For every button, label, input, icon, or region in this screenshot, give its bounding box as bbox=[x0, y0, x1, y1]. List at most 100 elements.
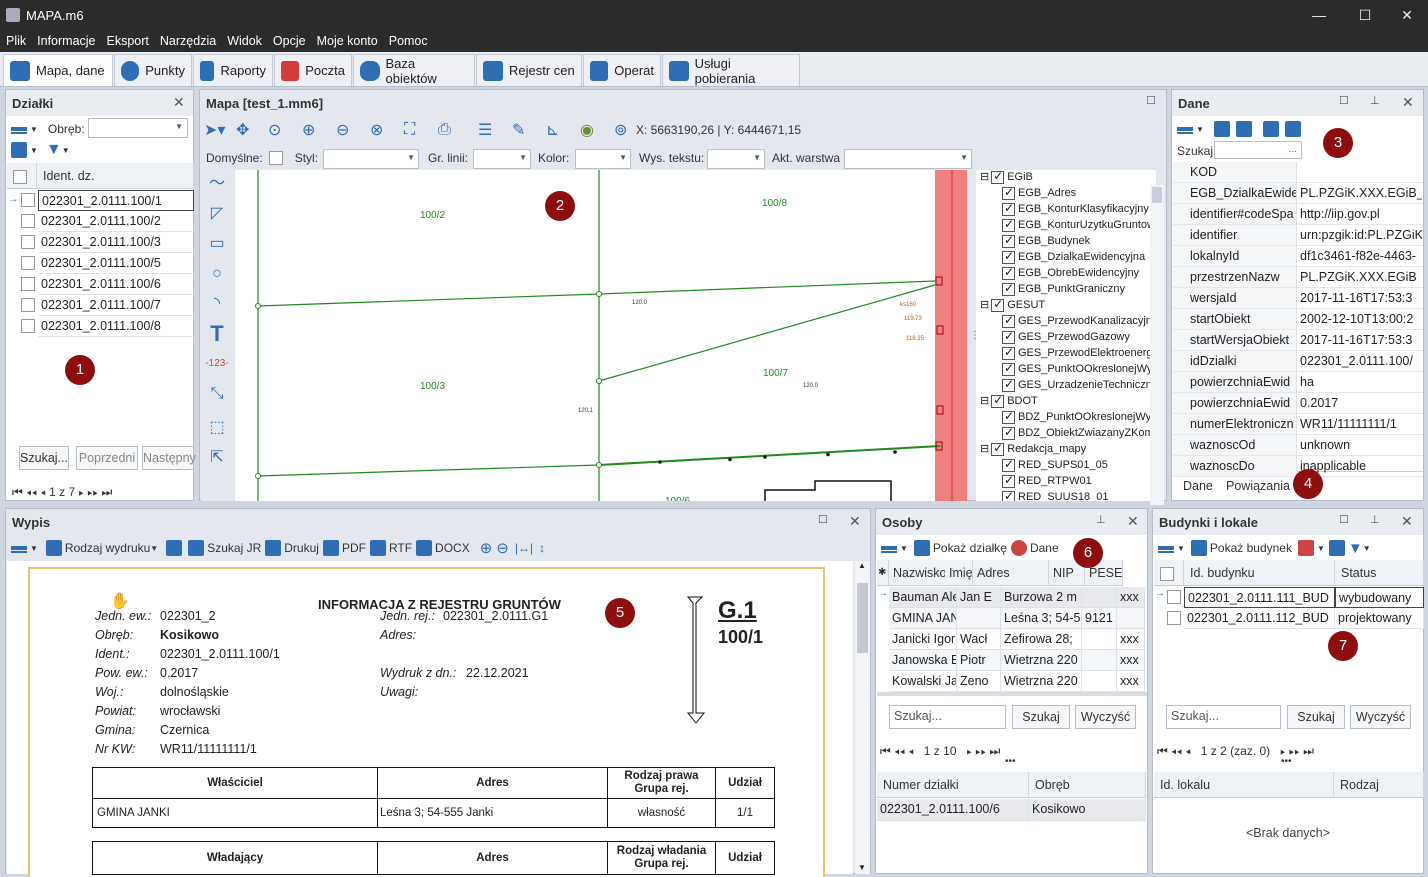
layer-checkbox[interactable] bbox=[1002, 265, 1015, 280]
boundary-point[interactable] bbox=[826, 452, 830, 457]
row-checkbox[interactable] bbox=[21, 193, 35, 207]
parcel-number-header[interactable]: Numer działki bbox=[877, 772, 1029, 798]
maximize-icon[interactable]: ☐ bbox=[1146, 94, 1156, 107]
column-header[interactable]: Adres bbox=[973, 560, 1049, 586]
property-row[interactable]: EGB_DzialkaEwide PL.PZGiK.XXX.EGiB_d bbox=[1173, 183, 1423, 204]
property-row[interactable]: przestrzenNazw PL.PZGiK.XXX.EGiB bbox=[1173, 267, 1423, 288]
layer-checkbox[interactable] bbox=[1002, 409, 1015, 424]
table-row[interactable]: 022301_2.0111.100/3 bbox=[7, 232, 194, 253]
select-all-checkbox[interactable] bbox=[1160, 566, 1174, 581]
chevron-down-icon[interactable]: ▼ bbox=[30, 146, 38, 155]
status-cell[interactable]: wybudowany bbox=[1335, 587, 1424, 608]
ident-column-header[interactable]: Ident. dz. bbox=[37, 163, 194, 189]
boundary-point[interactable] bbox=[728, 457, 732, 462]
zoom-extent-icon[interactable]: ⊗ bbox=[370, 120, 404, 140]
chevron-down-icon[interactable]: ▼ bbox=[1196, 125, 1204, 134]
boundary-point[interactable] bbox=[763, 455, 767, 459]
chevron-down-icon[interactable]: ▼ bbox=[30, 125, 38, 134]
polygon-icon[interactable]: ◸ bbox=[205, 202, 229, 226]
arc-icon[interactable]: ◝ bbox=[205, 292, 229, 316]
scroll-thumb[interactable] bbox=[1152, 187, 1162, 203]
layer-checkbox[interactable] bbox=[991, 170, 1005, 184]
print-icon[interactable] bbox=[1297, 540, 1314, 556]
chevron-down-icon[interactable]: ▼ bbox=[1363, 544, 1371, 553]
document-scrollbar[interactable]: ▲ ▼ bbox=[855, 561, 870, 874]
building-id-header[interactable]: Id. budynku bbox=[1184, 560, 1335, 586]
tab-mapa-dane[interactable]: Mapa, dane bbox=[3, 54, 113, 86]
text-tool-icon[interactable]: T bbox=[205, 322, 229, 346]
tab-dane[interactable]: Dane bbox=[1183, 474, 1213, 498]
table-cell[interactable]: Zefirowa 28; bbox=[1001, 629, 1082, 650]
layer-checkbox[interactable] bbox=[1002, 489, 1015, 501]
obreb-select[interactable]: ▼ bbox=[88, 118, 188, 138]
menu-plik[interactable]: Plik bbox=[0, 30, 31, 48]
measure-icon[interactable]: ⤡ bbox=[205, 382, 229, 406]
osoby-search-input[interactable]: Szukaj... bbox=[889, 705, 1006, 729]
table-cell[interactable]: Leśna 3; 54-5 bbox=[1001, 608, 1082, 629]
layer-item[interactable]: GES_PrzewodGazowy bbox=[1002, 329, 1130, 346]
last-page-icon[interactable]: ⏭ bbox=[1303, 744, 1314, 758]
tab-powiazania[interactable]: Powiązania bbox=[1226, 474, 1290, 498]
check-all-icon[interactable] bbox=[11, 142, 27, 158]
layer-item[interactable]: GES_PunktOOkreslonejWy bbox=[1002, 361, 1152, 378]
chevron-down-icon[interactable]: ▼ bbox=[900, 544, 908, 553]
active-layer-select[interactable]: ▼ bbox=[844, 149, 972, 169]
layer-item[interactable]: BDZ_PunktOOkreslonejWy bbox=[1002, 409, 1151, 426]
pdf-button[interactable]: PDF bbox=[342, 541, 366, 555]
table-cell[interactable]: xxx bbox=[1117, 650, 1145, 671]
layer-checkbox[interactable] bbox=[991, 297, 1005, 312]
first-page-icon[interactable]: ⏮ bbox=[12, 485, 23, 499]
menu-opcje[interactable]: Opcje bbox=[267, 30, 311, 48]
layer-item[interactable]: EGB_Adres bbox=[1002, 185, 1076, 202]
boundary-point[interactable] bbox=[255, 473, 261, 479]
previous-button[interactable]: Poprzedni bbox=[76, 446, 138, 470]
row-checkbox[interactable] bbox=[1167, 590, 1181, 604]
rtf-button[interactable]: RTF bbox=[389, 541, 412, 555]
table-cell[interactable]: xxx bbox=[1117, 587, 1145, 608]
row-checkbox[interactable] bbox=[21, 319, 35, 333]
table-cell[interactable]: Burzowa 2 m bbox=[1001, 587, 1082, 608]
boundary-point[interactable] bbox=[596, 462, 602, 468]
map-search-icon[interactable] bbox=[1213, 121, 1230, 137]
row-checkbox[interactable] bbox=[21, 256, 35, 270]
boundary-point[interactable] bbox=[596, 378, 602, 384]
circle-icon[interactable]: ○ bbox=[205, 262, 229, 286]
color-select[interactable]: ▼ bbox=[575, 149, 631, 169]
layer-item[interactable]: RED_SUUS18_01 bbox=[1002, 489, 1109, 501]
menu-pomoc[interactable]: Pomoc bbox=[383, 30, 433, 48]
close-icon[interactable]: ✕ bbox=[1402, 94, 1414, 111]
rectangle-icon[interactable]: ▭ bbox=[205, 232, 229, 256]
layer-checkbox[interactable] bbox=[1002, 345, 1015, 360]
row-checkbox[interactable] bbox=[21, 235, 35, 249]
splitter-grip[interactable]: ••• bbox=[1005, 756, 1016, 767]
row-checkbox[interactable] bbox=[21, 214, 35, 228]
layer-checkbox[interactable] bbox=[1002, 233, 1015, 248]
document-view[interactable]: ✋ INFORMACJA Z REJESTRU GRUNTÓW G.1 100/… bbox=[7, 561, 853, 877]
first-page-icon[interactable]: ⏮ bbox=[1157, 744, 1168, 758]
table-cell[interactable]: Wietrzna 220 bbox=[1001, 650, 1082, 671]
status-header[interactable]: Status bbox=[1335, 560, 1424, 586]
table-cell[interactable]: Jan E bbox=[957, 587, 1001, 608]
layer-item[interactable]: GES_PrzewodElektroenerg bbox=[1002, 345, 1153, 362]
table-cell[interactable]: Bauman Aleks bbox=[889, 587, 957, 608]
scroll-thumb[interactable] bbox=[857, 583, 868, 653]
collapse-icon[interactable]: ⊟ bbox=[980, 395, 989, 407]
layer-item[interactable]: EGB_DzialkaEwidencyjna bbox=[1002, 249, 1145, 266]
table-row[interactable]: 022301_2.0111.100/8 bbox=[7, 316, 194, 337]
collapse-icon[interactable]: ⊟ bbox=[980, 299, 989, 311]
layer-group[interactable]: ⊟ EGiB bbox=[980, 170, 1033, 186]
search-button[interactable]: Szukaj bbox=[1012, 705, 1070, 729]
horizontal-scrollbar[interactable] bbox=[877, 692, 1147, 696]
globe-icon[interactable]: ⊚ bbox=[614, 120, 636, 140]
layers-icon[interactable]: ☰ bbox=[478, 120, 512, 140]
last-page-icon[interactable]: ⏭ bbox=[101, 485, 112, 499]
chevron-down-icon[interactable]: ▼ bbox=[1177, 544, 1185, 553]
select-column-header[interactable] bbox=[7, 163, 37, 189]
zoom-in-icon[interactable]: ⊕ bbox=[480, 539, 493, 557]
show-building-button[interactable]: Pokaż budynek bbox=[1210, 541, 1292, 555]
table-row[interactable]: 022301_2.0111.100/6 bbox=[7, 274, 194, 295]
obreb-cell[interactable]: Kosikowo bbox=[1029, 799, 1146, 821]
chevron-down-icon[interactable]: ▼ bbox=[62, 146, 70, 155]
layer-item[interactable]: BDZ_ObiektZwiazanyZKom bbox=[1002, 425, 1154, 442]
layer-checkbox[interactable] bbox=[1002, 249, 1015, 264]
